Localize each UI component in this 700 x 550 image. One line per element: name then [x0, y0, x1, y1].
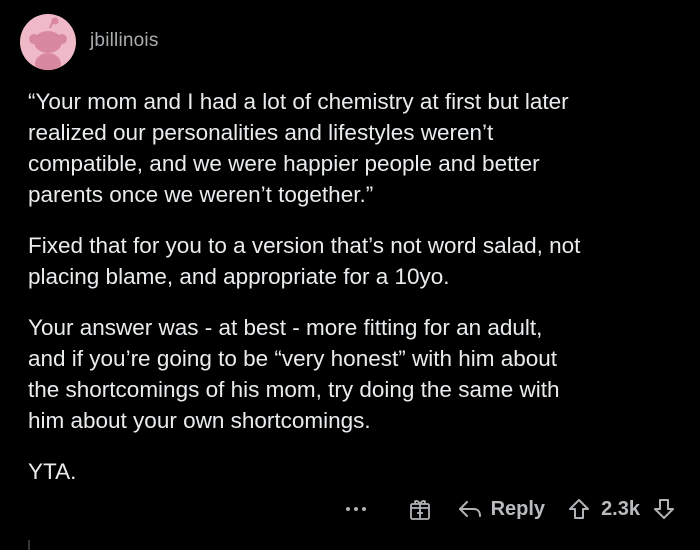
- downvote-arrow-icon: [654, 499, 674, 519]
- more-options-button[interactable]: [345, 506, 367, 512]
- comment-body: “Your mom and I had a lot of chemistry a…: [28, 86, 688, 507]
- reply-label: Reply: [490, 497, 546, 520]
- reply-button[interactable]: Reply: [457, 498, 545, 521]
- author-username[interactable]: jbillinois: [90, 30, 159, 52]
- comment-header: jbillinois: [20, 14, 159, 70]
- vote-count: 2.3k: [601, 497, 640, 520]
- comment-paragraph: Fixed that for you to a version that’s n…: [28, 233, 581, 289]
- snoo-avatar-icon: [29, 17, 67, 70]
- reply-arrow-icon: [458, 501, 481, 517]
- avatar[interactable]: [20, 14, 76, 70]
- upvote-button[interactable]: [567, 497, 591, 521]
- downvote-button[interactable]: [652, 497, 676, 521]
- thread-line: [28, 540, 30, 550]
- award-button[interactable]: [407, 496, 433, 522]
- comment-paragraph: “Your mom and I had a lot of chemistry a…: [28, 89, 569, 207]
- comment-actions: Reply 2.3k: [345, 492, 676, 526]
- gift-award-icon: [409, 500, 430, 520]
- comment-paragraph: YTA.: [28, 459, 77, 484]
- more-horizontal-icon: [345, 507, 366, 511]
- upvote-arrow-icon: [569, 499, 590, 519]
- comment-paragraph: Your answer was - at best - more fitting…: [28, 315, 560, 433]
